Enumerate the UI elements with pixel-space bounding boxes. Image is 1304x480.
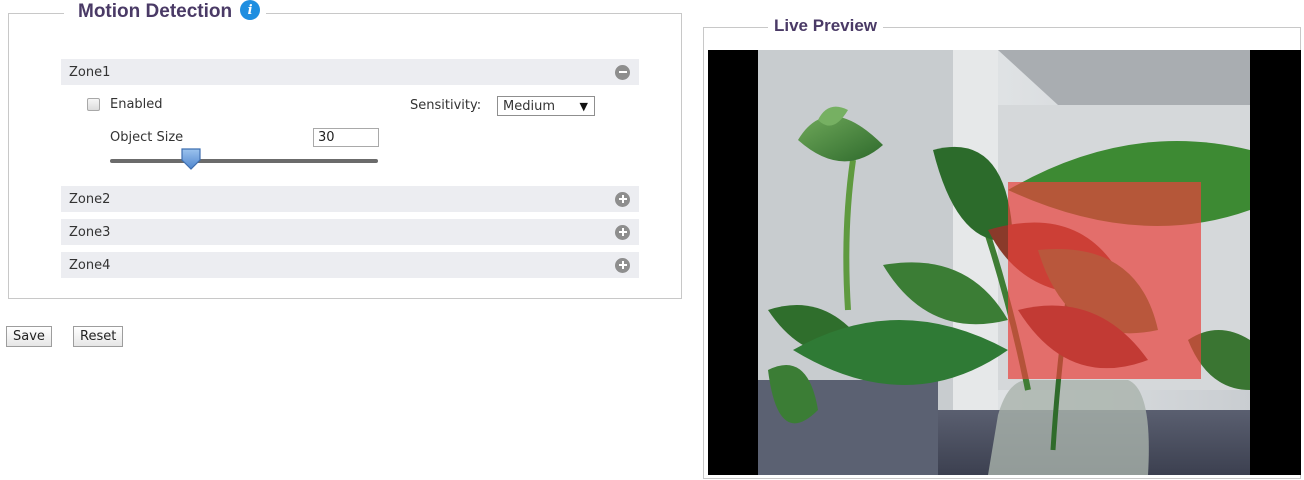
reset-button[interactable]: Reset xyxy=(73,326,124,347)
zone-row-zone1[interactable]: Zone1 xyxy=(61,59,639,85)
motion-detection-legend: Motion Detection i xyxy=(64,0,267,23)
zone-row-zone3[interactable]: Zone3 xyxy=(61,219,639,245)
object-size-label: Object Size xyxy=(110,130,184,145)
sensitivity-label: Sensitivity: xyxy=(410,98,482,113)
sensitivity-value: Medium xyxy=(503,98,555,114)
expand-icon[interactable] xyxy=(615,257,630,273)
zone-label: Zone3 xyxy=(69,224,111,240)
panel-title: Motion Detection xyxy=(78,1,233,22)
detection-zone-overlay xyxy=(1008,182,1201,379)
zone-label: Zone2 xyxy=(69,191,111,207)
object-size-input[interactable] xyxy=(313,128,379,147)
expand-icon[interactable] xyxy=(615,191,630,207)
object-size-slider[interactable] xyxy=(110,159,378,163)
slider-handle[interactable] xyxy=(180,148,202,171)
info-icon[interactable]: i xyxy=(240,0,261,20)
enabled-label: Enabled xyxy=(110,97,163,112)
zone-label: Zone1 xyxy=(69,64,111,80)
dropdown-arrow-icon: ▼ xyxy=(579,99,588,113)
collapse-icon[interactable] xyxy=(615,64,630,80)
sensitivity-select[interactable]: Medium ▼ xyxy=(497,96,595,116)
camera-image xyxy=(708,50,1301,475)
enabled-checkbox[interactable] xyxy=(87,98,100,111)
zone-label: Zone4 xyxy=(69,257,111,273)
live-video-feed xyxy=(708,50,1301,475)
zone-row-zone4[interactable]: Zone4 xyxy=(61,252,639,278)
save-button[interactable]: Save xyxy=(6,326,52,347)
live-preview-title: Live Preview xyxy=(768,16,884,36)
zone-row-zone2[interactable]: Zone2 xyxy=(61,186,639,212)
expand-icon[interactable] xyxy=(615,224,630,240)
